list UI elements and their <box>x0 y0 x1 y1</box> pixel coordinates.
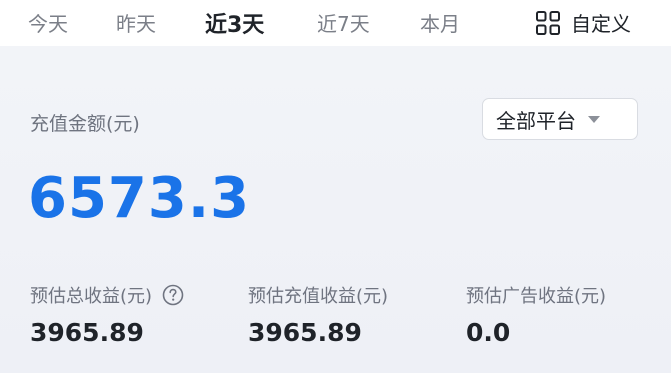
recharge-amount-value: 6573.3 <box>28 166 251 231</box>
custom-range-button[interactable]: 自定义 <box>535 8 631 37</box>
stat-total-revenue: 预估总收益(元) 3965.89 <box>30 282 184 347</box>
platform-select-value: 全部平台 <box>496 108 576 133</box>
stat-recharge-revenue: 预估充值收益(元) 3965.89 <box>248 282 388 347</box>
tab-today[interactable]: 今天 <box>28 8 68 37</box>
recharge-amount-label: 充值金额(元) <box>30 113 140 135</box>
tab-last-7-days[interactable]: 近7天 <box>317 8 370 37</box>
period-tab-bar: 今天 昨天 近3天 近7天 本月 自定义 <box>0 0 671 46</box>
stat-total-revenue-value: 3965.89 <box>30 318 144 347</box>
stat-ad-revenue: 预估广告收益(元) 0.0 <box>466 282 606 347</box>
stat-ad-revenue-value: 0.0 <box>466 318 511 347</box>
stat-ad-revenue-label: 预估广告收益(元) <box>466 286 607 307</box>
tab-yesterday[interactable]: 昨天 <box>116 8 156 37</box>
revenue-card: 充值金额(元) 全部平台 6573.3 预估总收益(元) 3965.89 预估充… <box>0 46 671 373</box>
tab-last-3-days[interactable]: 近3天 <box>205 7 264 39</box>
tab-this-month[interactable]: 本月 <box>420 8 460 37</box>
custom-range-label: 自定义 <box>571 12 631 36</box>
stat-recharge-revenue-label: 预估充值收益(元) <box>248 286 389 307</box>
stat-total-revenue-label: 预估总收益(元) <box>30 286 153 307</box>
help-icon[interactable] <box>162 284 184 306</box>
caret-down-icon <box>588 115 600 123</box>
platform-select[interactable]: 全部平台 <box>482 98 638 140</box>
grid-icon <box>535 10 561 36</box>
stat-recharge-revenue-value: 3965.89 <box>248 318 362 347</box>
